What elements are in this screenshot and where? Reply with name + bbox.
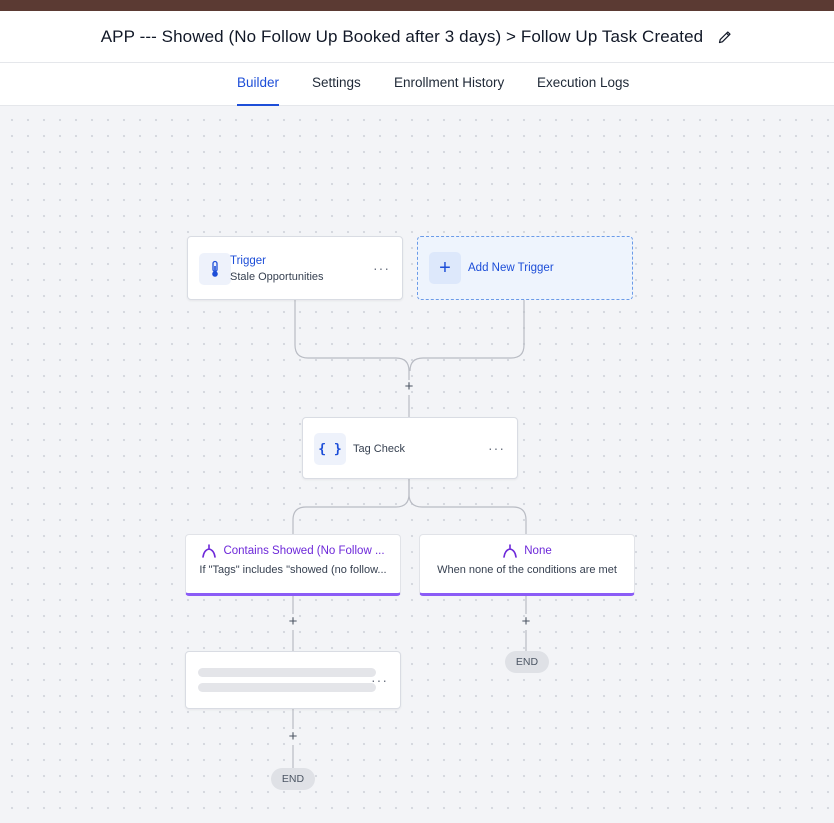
placeholder-action-node[interactable]: ···: [185, 651, 401, 709]
add-step-button[interactable]: +: [402, 379, 416, 394]
trigger-subtitle: Stale Opportunities: [230, 271, 324, 283]
branch-icon: [201, 544, 217, 558]
branch-subtitle: When none of the conditions are met: [437, 564, 617, 576]
tag-check-node[interactable]: { } Tag Check ···: [302, 417, 518, 479]
trigger-menu-icon[interactable]: ···: [373, 261, 390, 275]
skeleton-line: [198, 683, 376, 692]
add-step-button[interactable]: +: [286, 614, 300, 629]
branch-subtitle: If "Tags" includes "showed (no follow...: [199, 564, 387, 576]
condition-menu-icon[interactable]: ···: [488, 441, 505, 455]
branch-contains-showed[interactable]: Contains Showed (No Follow ... If "Tags"…: [185, 534, 401, 596]
action-menu-icon[interactable]: ···: [371, 673, 388, 687]
branch-none[interactable]: None When none of the conditions are met: [419, 534, 635, 596]
add-trigger-label: Add New Trigger: [468, 262, 554, 274]
branch-icon: [502, 544, 518, 558]
thermometer-icon: [199, 253, 231, 285]
branch-title: None: [524, 545, 552, 557]
skeleton-line: [198, 668, 376, 677]
end-marker: END: [505, 651, 549, 673]
add-step-button[interactable]: +: [286, 729, 300, 744]
trigger-node[interactable]: Trigger Stale Opportunities ···: [187, 236, 403, 300]
add-step-button[interactable]: +: [519, 614, 533, 629]
branch-title: Contains Showed (No Follow ...: [223, 545, 385, 557]
add-new-trigger-button[interactable]: + Add New Trigger: [417, 236, 633, 300]
plus-icon: +: [429, 252, 461, 284]
braces-icon: { }: [314, 433, 346, 465]
end-marker: END: [271, 768, 315, 790]
condition-title: Tag Check: [353, 443, 405, 455]
trigger-title: Trigger: [230, 255, 266, 267]
connector-lines: [292, 300, 527, 768]
